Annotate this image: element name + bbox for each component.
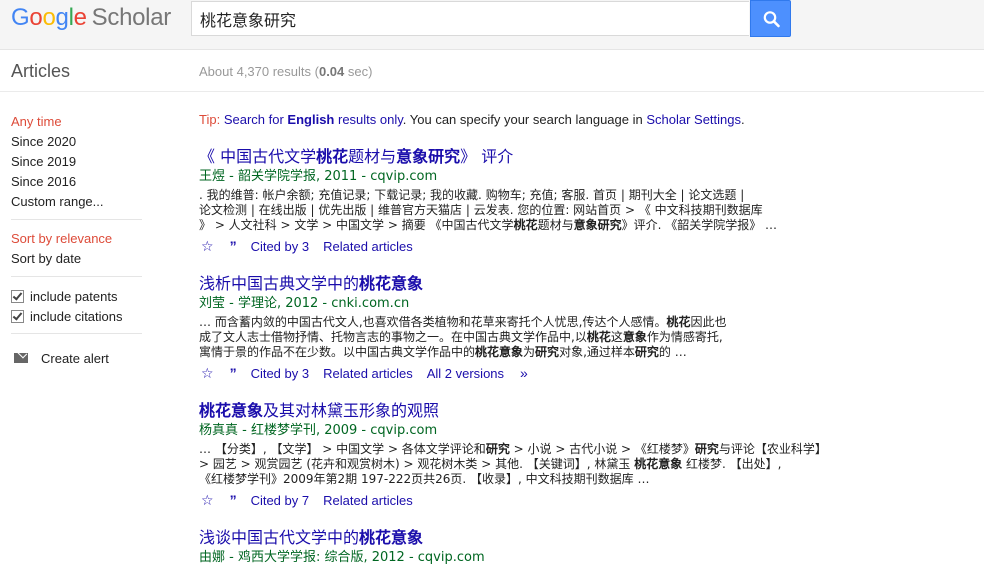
result-title-link[interactable]: 浅析中国古典文学中的桃花意象 [199, 274, 879, 294]
filter-any-time[interactable]: Any time [11, 112, 142, 132]
include-patents-checkbox[interactable]: include patents [11, 286, 142, 306]
cited-by-link[interactable]: Cited by 3 [251, 366, 310, 381]
language-tip: Tip: Search for English results only. Yo… [199, 112, 745, 127]
result-snippet: … 【分类】, 【文学】 > 中国文学 > 各体文学评论和研究 > 小说 > 古… [199, 442, 827, 486]
result-meta: 由娜 - 鸡西大学学报: 综合版, 2012 - cqvip.com [199, 550, 485, 565]
cite-quote-icon[interactable]: ” [230, 365, 237, 381]
result-actions: ☆ ” Cited by 3 Related articles [199, 235, 879, 257]
result-item: 《 中国古代文学桃花题材与意象研究》 评介 王煜 - 韶关学院学报, 2011 … [199, 147, 879, 257]
result-actions: ☆ ” Cited by 3 Related articles All 2 ve… [199, 362, 879, 384]
cited-by-link[interactable]: Cited by 3 [251, 239, 310, 254]
filter-since-2020[interactable]: Since 2020 [11, 132, 142, 152]
divider [11, 219, 142, 220]
related-articles-link[interactable]: Related articles [323, 366, 413, 381]
all-versions-link[interactable]: All 2 versions [427, 366, 504, 381]
result-meta: 王煜 - 韶关学院学报, 2011 - cqvip.com [199, 169, 438, 184]
sidebar: Any time Since 2020 Since 2019 Since 201… [11, 112, 142, 368]
result-snippet: . 我的维普: 帐户余额; 充值记录; 下载记录; 我的收藏. 购物车; 充值;… [199, 188, 778, 232]
search-button[interactable] [750, 0, 791, 37]
envelope-icon [14, 353, 28, 363]
result-stats: About 4,370 results (0.04 sec) [199, 64, 373, 79]
result-item: 浅析中国古典文学中的桃花意象 刘莹 - 学理论, 2012 - cnki.com… [199, 274, 879, 384]
result-actions: ☆ ” Cited by 7 Related articles [199, 489, 879, 511]
section-title: Articles [11, 61, 71, 81]
create-alert-button[interactable]: Create alert [11, 348, 142, 368]
filter-custom-range[interactable]: Custom range... [11, 192, 142, 212]
result-title-link[interactable]: 桃花意象及其对林黛玉形象的观照 [199, 401, 879, 421]
more-chevron-icon[interactable]: » [520, 365, 528, 381]
save-star-icon[interactable]: ☆ [201, 365, 214, 382]
divider [11, 333, 142, 334]
result-meta: 杨真真 - 红楼梦学刊, 2009 - cqvip.com [199, 423, 438, 438]
search-icon [763, 11, 780, 28]
results-list: Tip: Search for English results only. Yo… [199, 109, 879, 565]
top-bar: Google Scholar [0, 0, 984, 50]
sort-by-date[interactable]: Sort by date [11, 249, 142, 269]
filter-since-2016[interactable]: Since 2016 [11, 172, 142, 192]
result-title-link[interactable]: 浅谈中国古代文学中的桃花意象 [199, 528, 879, 548]
checkbox-checked-icon [11, 309, 24, 323]
divider [11, 276, 142, 277]
search-input[interactable] [192, 2, 740, 35]
related-articles-link[interactable]: Related articles [323, 493, 413, 508]
result-title-link[interactable]: 《 中国古代文学桃花题材与意象研究》 评介 [199, 147, 879, 167]
sort-by-relevance[interactable]: Sort by relevance [11, 229, 142, 249]
filter-since-2019[interactable]: Since 2019 [11, 152, 142, 172]
checkbox-checked-icon [11, 289, 24, 303]
english-only-link[interactable]: Search for English results only [224, 112, 403, 127]
result-snippet: … 而含蓄内敛的中国古代文人,也喜欢借各类植物和花草来寄托个人忧思,传达个人感情… [199, 315, 727, 359]
google-scholar-logo[interactable]: Google Scholar [11, 4, 171, 32]
result-item: 浅谈中国古代文学中的桃花意象 由娜 - 鸡西大学学报: 综合版, 2012 - … [199, 528, 879, 568]
cited-by-link[interactable]: Cited by 7 [251, 493, 310, 508]
include-citations-checkbox[interactable]: include citations [11, 306, 142, 326]
cite-quote-icon[interactable]: ” [230, 492, 237, 508]
cite-quote-icon[interactable]: ” [230, 238, 237, 254]
save-star-icon[interactable]: ☆ [201, 492, 214, 509]
result-item: 桃花意象及其对林黛玉形象的观照 杨真真 - 红楼梦学刊, 2009 - cqvi… [199, 401, 879, 511]
search-box [191, 1, 749, 36]
result-meta: 刘莹 - 学理论, 2012 - cnki.com.cn [199, 296, 410, 311]
related-articles-link[interactable]: Related articles [323, 239, 413, 254]
scholar-settings-link[interactable]: Scholar Settings [646, 112, 741, 127]
results-header-bar: Articles About 4,370 results (0.04 sec) [0, 50, 984, 92]
save-star-icon[interactable]: ☆ [201, 238, 214, 255]
